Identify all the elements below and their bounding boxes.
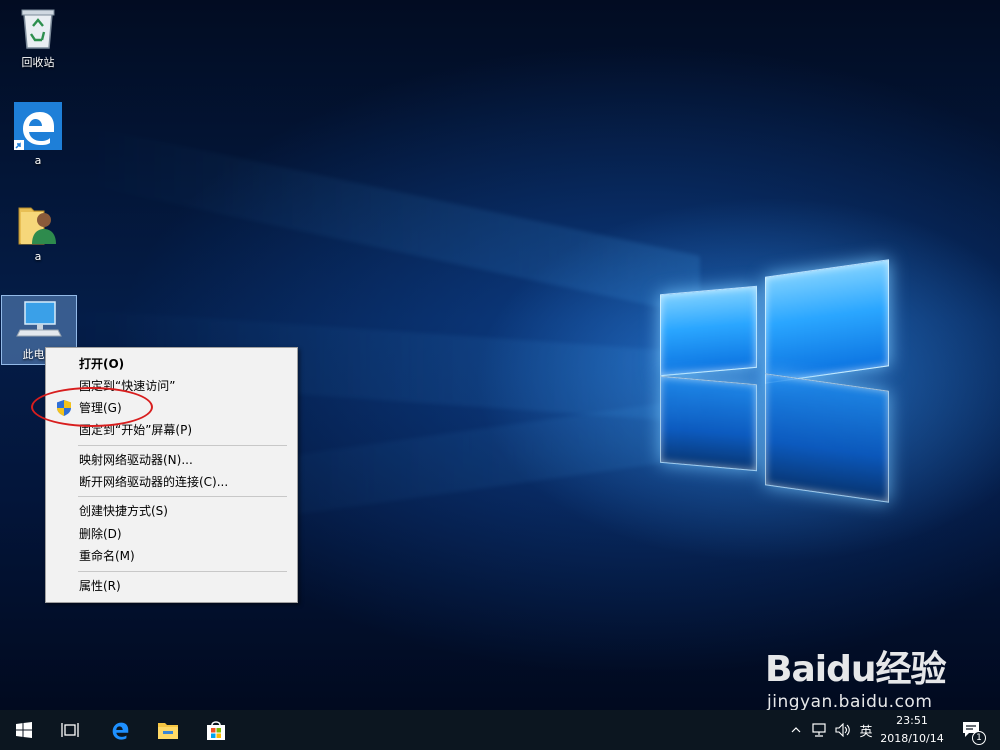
menu-item-label: 重命名(M) (79, 549, 135, 563)
desktop-icon-edge-shortcut[interactable]: a (1, 102, 75, 167)
taskbar: 英 23:51 2018/10/14 1 (0, 710, 1000, 750)
tray-overflow-button[interactable] (786, 710, 806, 750)
menu-item-disconnect-network-drive[interactable]: 断开网络驱动器的连接(C)... (46, 472, 297, 492)
menu-item-properties[interactable]: 属性(R) (46, 576, 297, 596)
desktop-icon-label: 回收站 (21, 56, 55, 69)
edge-icon (112, 722, 129, 740)
menu-separator (78, 496, 287, 497)
edge-browser-icon (14, 102, 62, 150)
wallpaper-logo-pane (765, 259, 889, 384)
task-view-icon (61, 723, 79, 737)
clock-date: 2018/10/14 (880, 732, 944, 745)
menu-item-rename[interactable]: 重命名(M) (46, 546, 297, 566)
computer-icon (16, 301, 62, 337)
annotation-circle (31, 387, 153, 427)
wallpaper-light-beam (80, 124, 700, 316)
desktop-icon-label: a (34, 250, 42, 263)
task-view-button[interactable] (46, 710, 94, 750)
recycle-bin-icon (21, 9, 55, 49)
menu-item-map-network-drive[interactable]: 映射网络驱动器(N)... (46, 450, 297, 470)
menu-item-label: 删除(D) (79, 527, 122, 541)
network-tray-button[interactable] (808, 710, 830, 750)
menu-item-delete[interactable]: 删除(D) (46, 524, 297, 544)
baidu-watermark: Baidu经验 jingyan.baidu.com (765, 640, 946, 712)
menu-separator (78, 445, 287, 446)
clock-time: 23:51 (896, 714, 928, 727)
start-button[interactable] (0, 710, 48, 750)
menu-item-label: 属性(R) (79, 579, 121, 593)
store-button[interactable] (192, 710, 240, 750)
desktop-icon-recycle-bin[interactable]: 回收站 (1, 6, 75, 70)
wallpaper-logo-pane (660, 285, 757, 377)
watermark-url: jingyan.baidu.com (767, 692, 933, 712)
menu-item-label: 创建快捷方式(S) (79, 504, 168, 518)
edge-taskbar-button[interactable] (96, 710, 144, 750)
volume-icon (835, 723, 850, 737)
input-method-indicator[interactable]: 英 (856, 710, 876, 750)
menu-item-label: 打开(O) (79, 357, 125, 371)
start-windows-icon (16, 722, 32, 738)
file-explorer-button[interactable] (144, 710, 192, 750)
notification-count-badge: 1 (972, 731, 986, 745)
menu-separator (78, 571, 287, 572)
menu-item-open[interactable]: 打开(O) (46, 354, 297, 374)
chevron-up-icon (791, 727, 801, 733)
menu-item-create-shortcut[interactable]: 创建快捷方式(S) (46, 501, 297, 521)
file-explorer-icon (158, 723, 178, 739)
action-center-button[interactable]: 1 (952, 710, 992, 750)
wallpaper-logo-pane (660, 375, 757, 472)
taskbar-clock[interactable]: 23:51 2018/10/14 (876, 712, 948, 748)
menu-item-label: 断开网络驱动器的连接(C)... (79, 475, 229, 489)
context-menu: 打开(O) 固定到“快速访问” 管理(G) 固定到“开始”屏幕(P) 映射网络驱… (45, 347, 298, 603)
wallpaper-logo-pane (765, 373, 889, 503)
volume-tray-button[interactable] (832, 710, 854, 750)
user-folder-icon (18, 207, 56, 245)
network-icon (812, 723, 826, 737)
desktop-icon-user-folder[interactable]: a (1, 202, 75, 263)
watermark-brand: Baidu经验 (765, 649, 946, 690)
desktop-icon-label: a (34, 154, 42, 167)
store-icon (207, 721, 225, 740)
menu-item-label: 映射网络驱动器(N)... (79, 453, 193, 467)
